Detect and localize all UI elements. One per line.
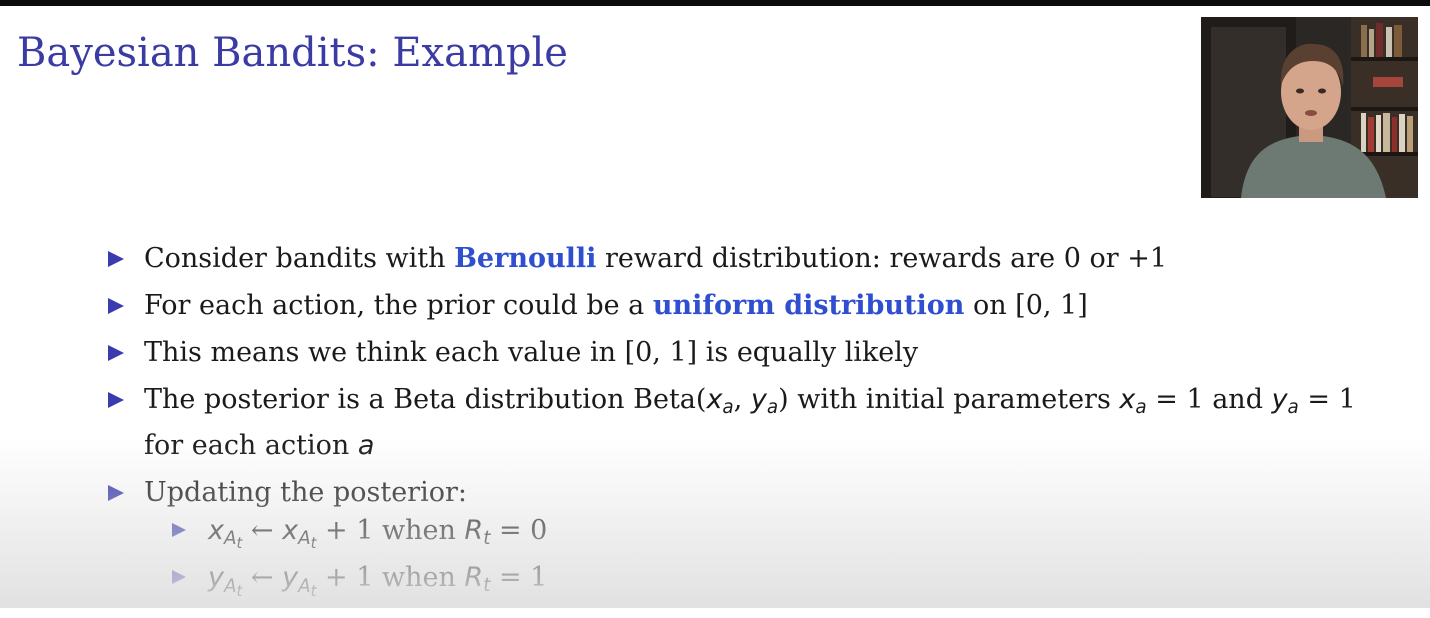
triangle-right-icon (108, 251, 124, 267)
math-var-r: Rt (464, 515, 491, 550)
math-var-y: yAt (208, 562, 243, 600)
bullet-text: on [0, 1] (964, 290, 1088, 321)
arrow-text: ← (242, 562, 283, 594)
bullet-text: = 1 (1298, 384, 1356, 415)
triangle-right-icon (108, 392, 124, 408)
triangle-right-icon (108, 345, 124, 361)
bullet-text: For each action, the prior could be a (144, 290, 653, 321)
bullet-text: Consider bandits with (144, 243, 455, 274)
bullet-item-bernoulli: Consider bandits with Bernoulli reward d… (108, 240, 1368, 278)
bullet-text: Updating the posterior: (144, 477, 467, 509)
highlight-term-uniform: uniform distribution (652, 290, 965, 321)
bullet-text: The posterior is a Beta distribution Bet… (144, 384, 707, 415)
triangle-right-icon (108, 485, 124, 502)
bullet-text: ) with initial parameters (778, 384, 1120, 415)
math-var-y: ya (750, 384, 779, 419)
bullet-text: , (733, 384, 751, 415)
slide-title: Bayesian Bandits: Example (17, 30, 568, 76)
bullet-text: = 1 (490, 562, 548, 594)
triangle-right-icon (172, 523, 186, 538)
math-var-x: xa (706, 384, 734, 419)
arrow-text: ← (242, 515, 283, 547)
bullet-text: This means we think each value in [0, 1]… (144, 337, 919, 368)
bullet-item-posterior: The posterior is a Beta distribution Bet… (108, 381, 1368, 465)
bullet-item-equally-likely: This means we think each value in [0, 1]… (108, 334, 1368, 372)
bullet-text: = 1 and (1146, 384, 1272, 415)
bullet-text: + 1 when (316, 562, 465, 594)
math-var-x: xAt (282, 515, 317, 553)
triangle-right-icon (172, 570, 186, 585)
sub-bullet-y-update: yAt ← yAt + 1 when Rt = 1 (172, 561, 1368, 608)
bullet-text: reward distribution: rewards are 0 or +1 (596, 243, 1168, 274)
bullet-item-updating: Updating the posterior: xAt ← xAt + 1 wh… (108, 474, 1368, 609)
triangle-right-icon (108, 298, 124, 314)
top-bar (0, 0, 1430, 6)
bullet-text: + 1 when (316, 515, 465, 547)
math-var-x: xAt (208, 515, 243, 553)
bullet-text: for each action (144, 430, 358, 462)
math-var-r: Rt (464, 562, 491, 597)
webcam-feed (1201, 17, 1418, 198)
sub-bullet-list: xAt ← xAt + 1 when Rt = 0 yAt ← yAt + 1 … (144, 514, 1368, 609)
bullet-item-prior: For each action, the prior could be a un… (108, 287, 1368, 325)
bullet-text: = 0 (490, 515, 548, 547)
math-var-y: ya (1271, 384, 1299, 419)
bullet-list: Consider bandits with Bernoulli reward d… (108, 240, 1368, 618)
sub-bullet-x-update: xAt ← xAt + 1 when Rt = 0 (172, 514, 1368, 561)
math-var-a: a (357, 430, 375, 462)
math-var-y: yAt (282, 562, 317, 600)
highlight-term-bernoulli: Bernoulli (454, 243, 597, 274)
math-var-x: xa (1119, 384, 1147, 419)
